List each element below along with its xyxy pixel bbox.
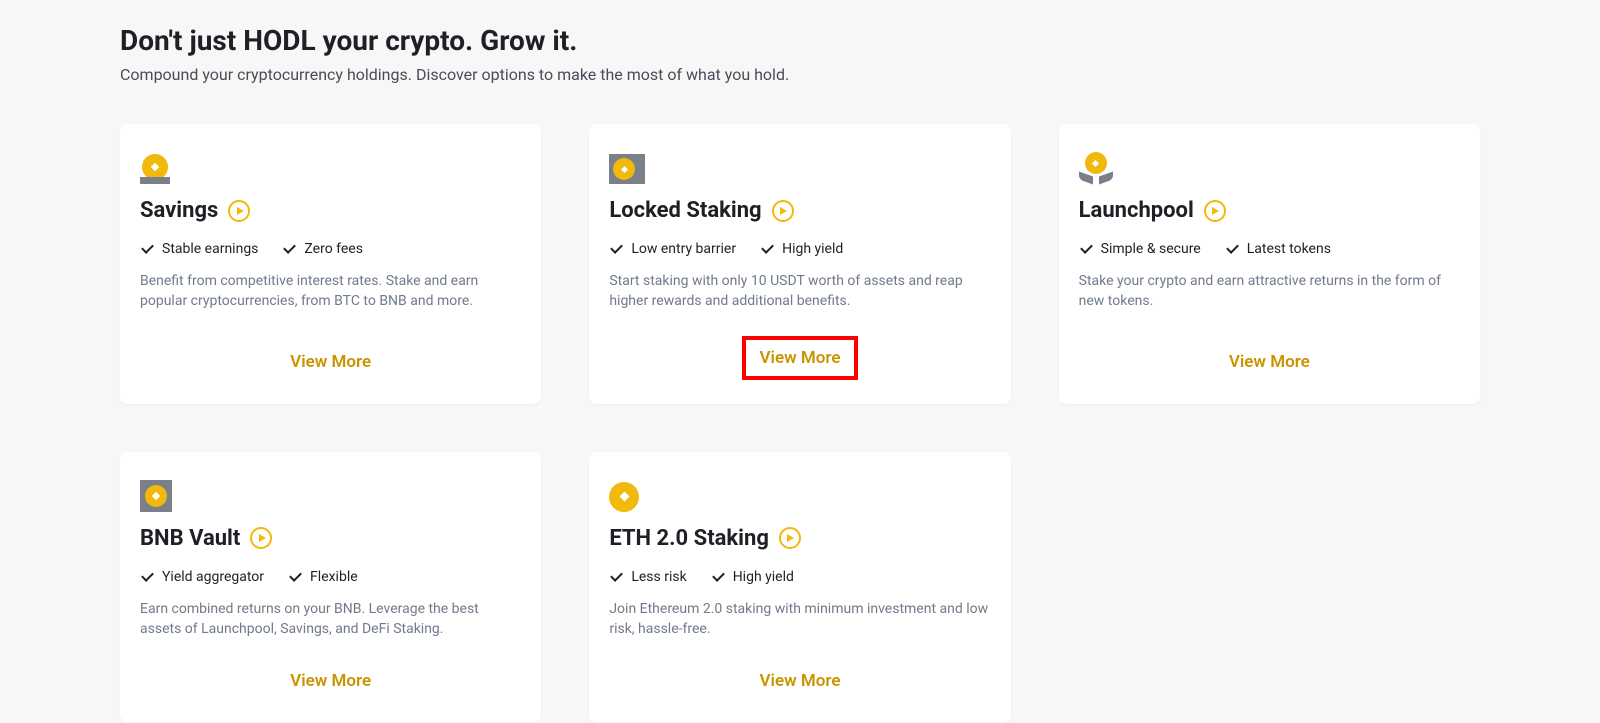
check-icon [609,572,623,582]
card-eth-2-staking: ETH 2.0 Staking Less risk High yield Joi… [589,452,1010,723]
view-more-button[interactable]: View More [1215,344,1324,380]
card-launchpool: Launchpool Simple & secure Latest tokens… [1059,124,1480,404]
bnb-vault-icon [140,476,521,512]
launchpool-icon [1079,148,1460,184]
feature-label: High yield [733,569,794,585]
check-icon [140,244,154,254]
check-icon [711,572,725,582]
card-savings: Savings Stable earnings Zero fees Benefi… [120,124,541,404]
card-description: Earn combined returns on your BNB. Lever… [140,599,521,640]
feature-item: Stable earnings [140,241,258,257]
card-title: BNB Vault [140,526,240,551]
check-icon [140,572,154,582]
feature-label: Zero fees [304,241,363,257]
card-title: ETH 2.0 Staking [609,526,769,551]
feature-item: Flexible [288,569,358,585]
card-title: Savings [140,198,218,223]
savings-icon [140,148,521,184]
card-title: Launchpool [1079,198,1194,223]
feature-label: Stable earnings [162,241,258,257]
eth-staking-icon [609,476,990,512]
card-bnb-vault: BNB Vault Yield aggregator Flexible Earn… [120,452,541,723]
view-more-button[interactable]: View More [276,344,385,380]
card-description: Join Ethereum 2.0 staking with minimum i… [609,599,990,640]
view-more-button[interactable]: View More [742,336,859,380]
feature-item: Low entry barrier [609,241,736,257]
feature-label: High yield [782,241,843,257]
feature-label: Simple & secure [1101,241,1201,257]
play-circle-icon[interactable] [250,527,272,549]
locked-staking-icon [609,148,990,184]
feature-item: Simple & secure [1079,241,1201,257]
feature-label: Yield aggregator [162,569,264,585]
product-cards-grid: Savings Stable earnings Zero fees Benefi… [120,124,1480,723]
check-icon [609,244,623,254]
feature-label: Latest tokens [1247,241,1331,257]
feature-label: Flexible [310,569,358,585]
feature-item: High yield [711,569,794,585]
page-subtitle: Compound your cryptocurrency holdings. D… [120,65,1480,84]
play-circle-icon[interactable] [1204,200,1226,222]
card-description: Stake your crypto and earn attractive re… [1079,271,1460,320]
feature-label: Less risk [631,569,686,585]
feature-label: Low entry barrier [631,241,736,257]
feature-item: Latest tokens [1225,241,1331,257]
feature-item: Less risk [609,569,686,585]
check-icon [1079,244,1093,254]
play-circle-icon[interactable] [779,527,801,549]
play-circle-icon[interactable] [228,200,250,222]
view-more-button[interactable]: View More [746,663,855,699]
feature-item: Yield aggregator [140,569,264,585]
feature-item: Zero fees [282,241,363,257]
check-icon [288,572,302,582]
check-icon [1225,244,1239,254]
check-icon [760,244,774,254]
card-description: Benefit from competitive interest rates.… [140,271,521,320]
card-title: Locked Staking [609,198,761,223]
card-locked-staking: Locked Staking Low entry barrier High yi… [589,124,1010,404]
page-title: Don't just HODL your crypto. Grow it. [120,24,1480,57]
play-circle-icon[interactable] [772,200,794,222]
check-icon [282,244,296,254]
feature-item: High yield [760,241,843,257]
view-more-button[interactable]: View More [276,663,385,699]
card-description: Start staking with only 10 USDT worth of… [609,271,990,312]
page-header: Don't just HODL your crypto. Grow it. Co… [120,24,1480,84]
